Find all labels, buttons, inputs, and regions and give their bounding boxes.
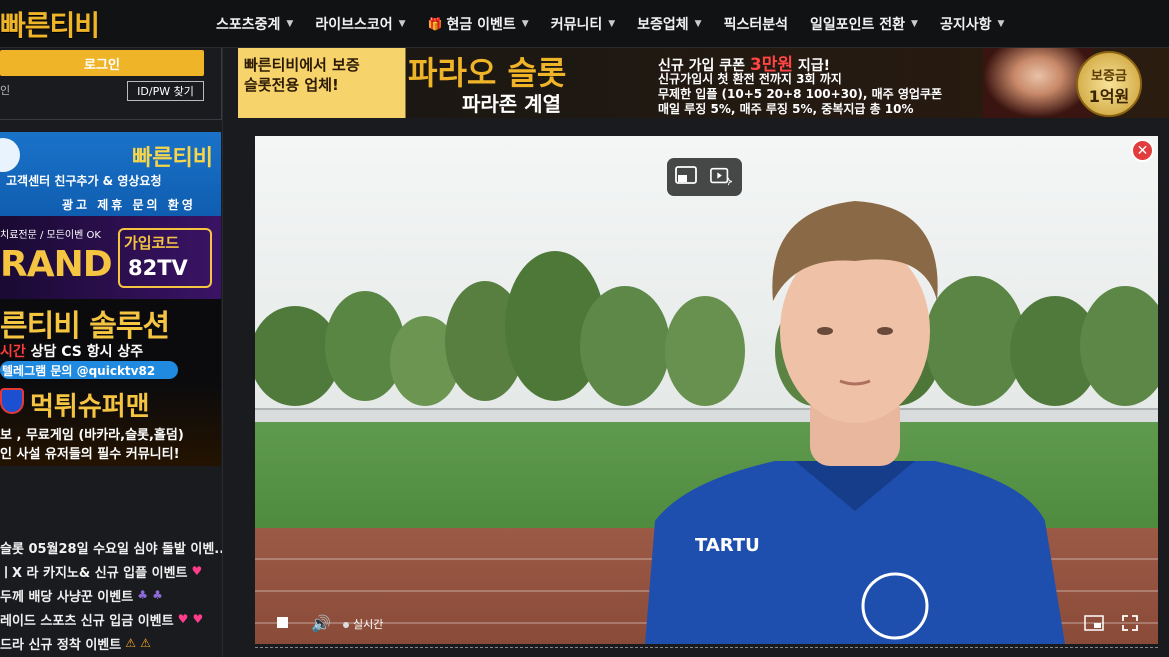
nav-label: 픽스터분석	[723, 17, 788, 33]
club-icon: ♣ ♣	[137, 588, 163, 602]
close-player-button[interactable]: ✕	[1131, 139, 1154, 162]
warning-icon: ⚠ ⚠	[125, 636, 151, 650]
banner-text: 치료전문 / 모든이벤 OK	[0, 230, 101, 241]
event-post-list: 슬롯 05월28일 수요일 심야 돌발 이벤... ㅣX 라 카지노& 신규 입…	[0, 535, 222, 655]
post-title: 슬롯 05월28일 수요일 심야 돌발 이벤...	[0, 541, 222, 557]
video-player[interactable]: TARTU 🔊 실시간	[255, 136, 1158, 644]
post-title: 드라 신규 정착 이벤트	[0, 637, 122, 653]
video-enhance-icon[interactable]	[710, 166, 732, 186]
banner-text-rest: 상담 CS 항시 상주	[25, 344, 144, 360]
nav-item-live-score[interactable]: 라이브스코어 ▼	[315, 14, 405, 34]
nav-label: 보증업체	[637, 17, 689, 33]
heart-icon: ♥ ♥	[177, 612, 204, 626]
volume-icon[interactable]: 🔊	[311, 614, 331, 633]
nav-label: 공지사항	[939, 17, 992, 33]
banner-text: 빠른티비에서 보증	[244, 56, 360, 74]
superman-shield-icon	[0, 388, 24, 414]
heart-icon: ♥	[191, 564, 203, 578]
nav-item-pickster-analysis[interactable]: 픽스터분석	[724, 14, 788, 34]
post-title: 두께 배당 사냥꾼 이벤트	[0, 589, 134, 605]
banner-highlight: 시간	[0, 344, 26, 360]
post-title: ㅣX 라 카지노& 신규 입플 이벤트	[0, 565, 188, 581]
sidebar-divider	[222, 48, 223, 657]
nav-item-sports-broadcast[interactable]: 스포츠중계 ▼	[216, 14, 293, 34]
picture-in-picture-icon[interactable]	[675, 166, 697, 186]
seal-label: 보증금	[1091, 69, 1127, 84]
site-logo[interactable]: 빠른티비	[0, 4, 100, 42]
video-controls: 🔊 실시간	[255, 606, 1158, 644]
login-box: 로그인 인 ID/PW 찾기	[0, 48, 222, 120]
banner-quicktv-cs[interactable]: 빠른티비 고객센터 친구추가 & 영상요청 광고 제휴 문의 환영	[0, 132, 221, 216]
chevron-down-icon: ▼	[911, 19, 918, 29]
nav-label: 라이브스코어	[315, 17, 393, 33]
banner-text: 텔레그램 문의 @quicktv82	[2, 364, 156, 378]
banner-text: 인 사설 유저들의 필수 커뮤니티!	[0, 447, 180, 462]
telegram-icon	[0, 138, 20, 172]
banner-brand-82tv[interactable]: 치료전문 / 모든이벤 OK RAND 가입코드 82TV	[0, 216, 221, 299]
nav-label: 현금 이벤트	[446, 17, 516, 33]
chevron-down-icon: ▼	[608, 19, 616, 29]
pip-toolbar	[667, 158, 742, 196]
gift-icon: 🎁	[427, 17, 443, 31]
nav-label: 스포츠중계	[216, 17, 281, 33]
banner-quicktv-solution[interactable]: 른티비 솔루션 시간 상담 CS 항시 상주 텔레그램 문의 @quicktv8…	[0, 299, 221, 382]
list-item[interactable]: 슬롯 05월28일 수요일 심야 돌발 이벤...	[0, 535, 222, 559]
chevron-down-icon: ▼	[521, 19, 529, 29]
deposit-seal: 보증금 1억원	[1076, 51, 1142, 117]
banner-text: 고객센터 친구추가 & 영상요청	[6, 174, 162, 188]
signup-code-label: 가입코드	[124, 234, 180, 252]
member-text[interactable]: 인	[0, 82, 10, 98]
chevron-down-icon: ▼	[997, 19, 1005, 29]
banner-title: RAND	[0, 244, 113, 285]
live-indicator: 실시간	[343, 616, 383, 632]
live-dot	[343, 622, 349, 628]
video-player-subject: TARTU	[645, 201, 1065, 644]
banner-brand-sub: 파라존 계열	[462, 92, 561, 116]
top-navigation-bar: 빠른티비 스포츠중계 ▼ 라이브스코어 ▼ 🎁 현금 이벤트 ▼ 커뮤니티 ▼ 보증업체 ▼…	[0, 0, 1169, 48]
fullscreen-icon[interactable]	[1122, 615, 1138, 635]
login-button[interactable]: 로그인	[0, 50, 204, 76]
chevron-down-icon: ▼	[286, 19, 294, 29]
banner-text: 시간 상담 CS 항시 상주	[0, 341, 143, 361]
banner-text: 슬롯전용 업체!	[244, 76, 339, 94]
nav-item-cash-event[interactable]: 🎁 현금 이벤트 ▼	[428, 14, 529, 34]
player-bottom-divider	[255, 647, 1158, 648]
list-item[interactable]: 레이드 스포츠 신규 입금 이벤트 ♥ ♥	[0, 607, 222, 631]
list-item[interactable]: 드라 신규 정착 이벤트 ⚠ ⚠	[0, 631, 222, 655]
seal-amount: 1억원	[1088, 87, 1130, 106]
nav-label: 일일포인트 전환	[810, 17, 906, 33]
pip-mode-icon[interactable]	[1084, 615, 1104, 635]
chevron-down-icon: ▼	[694, 19, 702, 29]
nav-item-verified-sites[interactable]: 보증업체 ▼	[637, 14, 701, 34]
banner-text: 매일 루징 5%, 매주 루징 5%, 중복지급 총 10%	[658, 102, 914, 116]
stop-icon[interactable]	[277, 617, 288, 628]
jersey-text: TARTU	[695, 535, 760, 556]
banner-title: 른티비 솔루션	[0, 309, 170, 344]
nav-label: 커뮤니티	[550, 17, 603, 33]
main-nav: 스포츠중계 ▼ 라이브스코어 ▼ 🎁 현금 이벤트 ▼ 커뮤니티 ▼ 보증업체 ▼ 픽스터분…	[205, 0, 1015, 48]
signup-code: 82TV	[128, 256, 188, 280]
nav-item-daily-point[interactable]: 일일포인트 전환 ▼	[810, 14, 918, 34]
list-item[interactable]: ㅣX 라 카지노& 신규 입플 이벤트 ♥	[0, 559, 222, 583]
banner-muktwi-superman[interactable]: 먹튀슈퍼맨 보 , 무료게임 (바카라,슬롯,홀덤) 인 사설 유저들의 필수 …	[0, 382, 221, 466]
post-title: 레이드 스포츠 신규 입금 이벤트	[0, 613, 174, 629]
live-label: 실시간	[353, 618, 384, 631]
nav-item-notice[interactable]: 공지사항 ▼	[940, 14, 1004, 34]
find-id-pw-button[interactable]: ID/PW 찾기	[127, 81, 204, 101]
nav-item-community[interactable]: 커뮤니티 ▼	[551, 14, 615, 34]
banner-title: 먹튀슈퍼맨	[30, 392, 150, 422]
list-item[interactable]: 두께 배당 사냥꾼 이벤트 ♣ ♣	[0, 583, 222, 607]
top-ad-banner[interactable]: 빠른티비에서 보증 슬롯전용 업체! 파라오 슬롯 파라존 계열 신규 가입 쿠…	[238, 48, 1169, 118]
banner-title: 빠른티비	[132, 146, 213, 171]
banner-text: 광고 제휴 문의 환영	[62, 198, 196, 212]
banner-text: 보 , 무료게임 (바카라,슬롯,홀덤)	[0, 428, 184, 443]
chevron-down-icon: ▼	[398, 19, 406, 29]
